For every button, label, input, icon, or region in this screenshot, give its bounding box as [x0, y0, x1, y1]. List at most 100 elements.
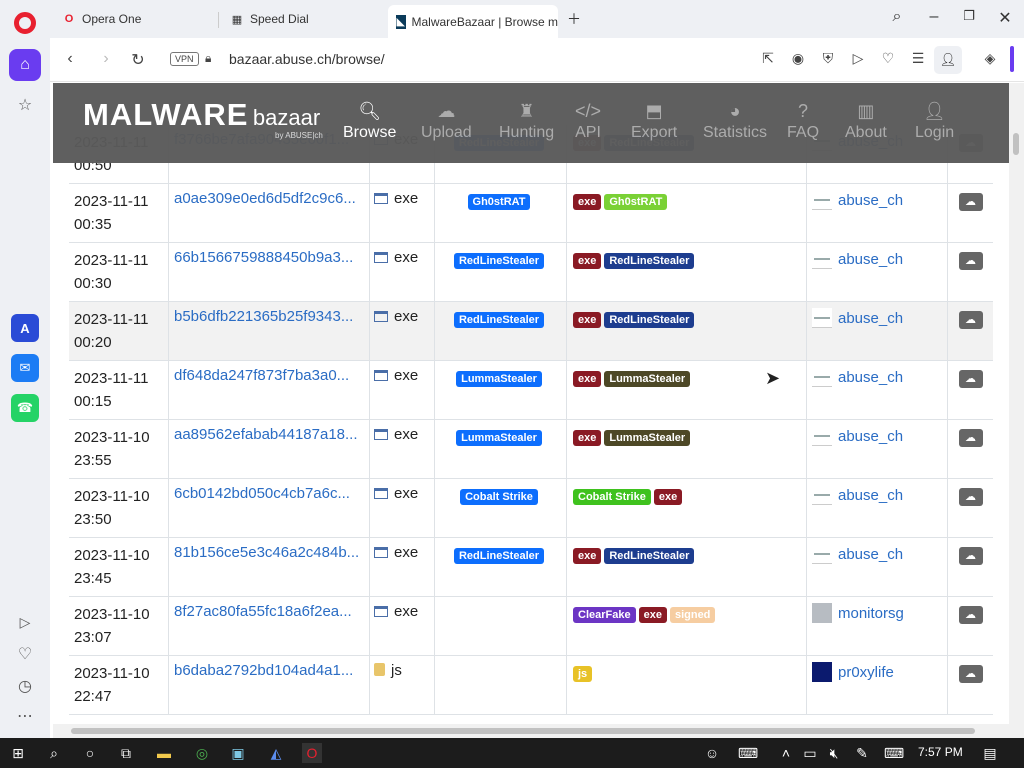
close-window-button[interactable]: ✕ — [993, 8, 1017, 28]
download-icon[interactable]: ☁ — [958, 311, 983, 329]
reporter-link[interactable]: abuse_ch — [838, 428, 903, 445]
back-button[interactable]: ‹ — [60, 50, 80, 68]
tag-badge[interactable]: exe — [573, 548, 602, 564]
notifications-icon[interactable]: ▤ — [980, 743, 1000, 763]
table-row[interactable]: 2023-11-10 23:50 6cb0142bd050c4cb7a6c...… — [69, 479, 993, 538]
network-icon[interactable]: ▭ — [800, 743, 820, 763]
sha256-link[interactable]: df648da247f873f7ba3a0... — [174, 367, 349, 384]
download-icon[interactable]: ☁ — [958, 429, 983, 447]
tag-badge[interactable]: RedLineStealer — [604, 253, 695, 269]
windows-start-icon[interactable]: ⊞ — [8, 743, 28, 763]
nav-login[interactable]: 👤︎ Login — [915, 101, 954, 142]
history-icon[interactable]: ◷ — [9, 670, 41, 702]
tag-badge[interactable]: exe — [573, 194, 602, 210]
sha256-link[interactable]: b6daba2792bd104ad4a1... — [174, 662, 353, 679]
search-icon[interactable]: ⌕ — [44, 743, 64, 763]
reporter-link[interactable]: abuse_ch — [838, 251, 903, 268]
signature-badge[interactable]: RedLineStealer — [453, 312, 545, 328]
app-icon[interactable]: ▣ — [228, 743, 248, 763]
sidebar-toggle[interactable] — [1010, 46, 1014, 72]
tag-badge[interactable]: js — [573, 666, 593, 682]
reporter-link[interactable]: pr0xylife — [838, 664, 894, 681]
vpn-badge[interactable]: VPN — [170, 52, 199, 66]
camera-icon[interactable]: ◉ — [788, 50, 808, 67]
signature-badge[interactable]: LummaStealer — [456, 430, 542, 446]
star-icon[interactable]: ☆ — [9, 89, 41, 121]
new-tab-button[interactable]: ＋ — [562, 9, 586, 29]
opera-taskbar-icon[interactable]: O — [302, 743, 322, 763]
opera-logo-icon[interactable] — [14, 12, 36, 34]
tag-badge[interactable]: LummaStealer — [604, 430, 691, 446]
tag-badge[interactable]: Cobalt Strike — [573, 489, 651, 505]
table-row[interactable]: 2023-11-10 22:47 b6daba2792bd104ad4a1...… — [69, 656, 993, 715]
extensions-icon[interactable]: ◈ — [980, 50, 1000, 67]
url-field[interactable]: bazaar.abuse.ch/browse/ — [229, 51, 385, 67]
download-icon[interactable]: ☁ — [958, 488, 983, 506]
task-view-icon[interactable]: ⧉ — [116, 743, 136, 763]
chrome-icon[interactable]: ◎ — [192, 743, 212, 763]
adblock-icon[interactable]: ⛨ — [818, 50, 838, 67]
nav-upload[interactable]: ☁ Upload — [421, 101, 472, 142]
nav-api[interactable]: </> API — [575, 101, 601, 142]
tab-opera-one[interactable]: O Opera One — [54, 5, 214, 33]
maximize-button[interactable]: ❐ — [957, 8, 981, 24]
sha256-link[interactable]: aa89562efabab44187a18... — [174, 426, 358, 443]
download-icon[interactable]: ☁ — [958, 252, 983, 270]
tag-badge[interactable]: RedLineStealer — [604, 548, 695, 564]
site-logo[interactable]: MALWARE bazaar by ABUSE|ch — [83, 97, 323, 140]
reporter-link[interactable]: abuse_ch — [838, 546, 903, 563]
signature-badge[interactable]: RedLineStealer — [453, 253, 545, 269]
table-row[interactable]: 2023-11-10 23:45 81b156ce5e3c46a2c484b..… — [69, 538, 993, 597]
reporter-link[interactable]: abuse_ch — [838, 192, 903, 209]
reporter-link[interactable]: abuse_ch — [838, 487, 903, 504]
signature-badge[interactable]: Gh0stRAT — [467, 194, 531, 210]
lock-icon[interactable]: 🔒︎ — [205, 51, 211, 66]
signature-badge[interactable]: LummaStealer — [456, 371, 542, 387]
reporter-link[interactable]: abuse_ch — [838, 310, 903, 327]
table-row[interactable]: 2023-11-11 00:30 66b1566759888450b9a3...… — [69, 243, 993, 302]
table-row[interactable]: 2023-11-11 00:35 a0ae309e0ed6d5df2c9c6..… — [69, 184, 993, 243]
heart-icon[interactable]: ♡ — [9, 638, 41, 670]
aria-app-icon[interactable]: A — [11, 314, 39, 342]
table-row[interactable]: 2023-11-11 00:20 b5b6dfb221365b25f9343..… — [69, 302, 993, 361]
pen-icon[interactable]: ✎ — [852, 743, 872, 763]
tag-badge[interactable]: exe — [573, 253, 602, 269]
table-row[interactable]: 2023-11-10 23:07 8f27ac80fa55fc18a6f2ea.… — [69, 597, 993, 656]
nav-export[interactable]: ⬒ Export — [631, 101, 677, 142]
tag-badge[interactable]: exe — [573, 312, 602, 328]
whatsapp-app-icon[interactable]: ☎ — [11, 394, 39, 422]
nav-hunting[interactable]: ♜ Hunting — [499, 101, 554, 142]
reporter-link[interactable]: monitorsg — [838, 605, 904, 622]
player-icon[interactable]: ▷ — [9, 606, 41, 638]
easy-setup-icon[interactable]: ☰ — [908, 50, 928, 67]
clock[interactable]: 7:57 PM — [918, 745, 963, 759]
forward-button[interactable]: › — [96, 50, 116, 68]
signature-badge[interactable]: RedLineStealer — [453, 548, 545, 564]
nav-browse[interactable]: 🔍︎ Browse — [343, 101, 396, 142]
home-icon[interactable]: ⌂ — [9, 49, 41, 81]
download-icon[interactable]: ☁ — [958, 193, 983, 211]
reload-button[interactable]: ↻ — [128, 50, 148, 70]
heart-icon[interactable]: ♡ — [878, 50, 898, 67]
tag-badge[interactable]: exe — [573, 430, 602, 446]
nav-faq[interactable]: ? FAQ — [787, 101, 819, 142]
play-icon[interactable]: ▷ — [848, 50, 868, 67]
nav-statistics[interactable]: ◕ Statistics — [703, 101, 767, 142]
share-icon[interactable]: ⇱ — [758, 50, 778, 67]
download-icon[interactable]: ☁ — [958, 606, 983, 624]
horizontal-scrollbar[interactable] — [53, 724, 1009, 738]
sha256-link[interactable]: b5b6dfb221365b25f9343... — [174, 308, 353, 325]
people-icon[interactable]: ☺ — [702, 743, 722, 763]
chevron-up-icon[interactable]: ˄ — [776, 743, 796, 763]
reporter-link[interactable]: abuse_ch — [838, 369, 903, 386]
table-row[interactable]: 2023-11-10 23:55 aa89562efabab44187a18..… — [69, 420, 993, 479]
tag-badge[interactable]: RedLineStealer — [604, 312, 695, 328]
nav-about[interactable]: ▥ About — [845, 101, 887, 142]
tab-malwarebazaar[interactable]: ◣ MalwareBazaar | Browse m — [388, 5, 558, 38]
tag-badge[interactable]: exe — [653, 489, 683, 505]
more-icon[interactable]: ⋯ — [9, 700, 41, 732]
sha256-link[interactable]: 81b156ce5e3c46a2c484b... — [174, 544, 359, 561]
messenger-app-icon[interactable]: ✉ — [11, 354, 39, 382]
volume-muted-icon[interactable]: 🔇︎ — [824, 743, 844, 763]
tag-badge[interactable]: exe — [638, 607, 667, 623]
